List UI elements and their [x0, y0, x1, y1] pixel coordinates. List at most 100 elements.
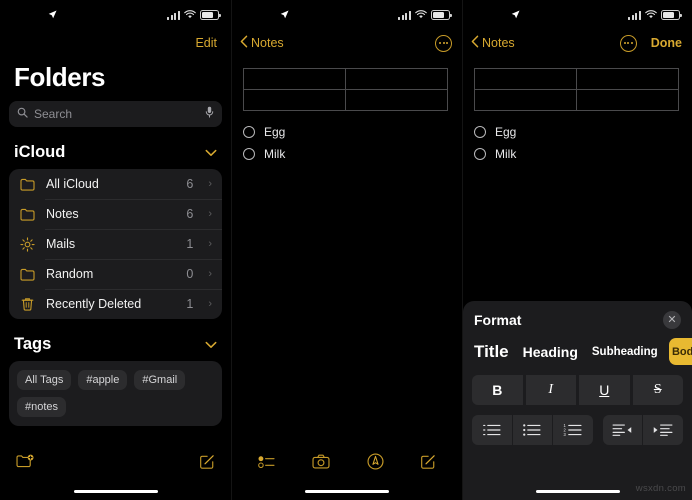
- status-left: 8:01: [246, 6, 289, 24]
- search-input[interactable]: Search: [34, 107, 199, 121]
- table-row[interactable]: [474, 89, 679, 111]
- microphone-icon[interactable]: [205, 105, 214, 123]
- bulleted-list-button[interactable]: [512, 415, 553, 445]
- folder-row-notes[interactable]: Notes 6 ›: [9, 199, 222, 229]
- dashed-list-button[interactable]: [472, 415, 512, 445]
- checkbox-circle-icon[interactable]: [474, 148, 486, 160]
- note-content: [463, 56, 692, 111]
- style-option-subheading[interactable]: Subheading: [585, 338, 665, 365]
- folder-label: Random: [46, 267, 94, 281]
- tags-section-label: Tags: [14, 335, 52, 353]
- chevron-left-icon: [471, 35, 479, 51]
- checkbox-circle-icon[interactable]: [474, 126, 486, 138]
- checklist-label: Milk: [264, 147, 286, 161]
- status-bar: 8:01: [0, 0, 231, 30]
- status-bar: 8:01: [232, 0, 462, 30]
- folder-row-mails[interactable]: Mails 1 ›: [9, 229, 222, 259]
- icloud-section-header[interactable]: iCloud: [0, 127, 231, 169]
- style-option-title[interactable]: Title: [463, 338, 516, 365]
- list-button-group: 123: [472, 415, 593, 445]
- text-style-button-row: B I U S: [463, 365, 692, 405]
- style-option-body[interactable]: Body: [668, 338, 692, 365]
- table-cell[interactable]: [345, 89, 448, 111]
- tags-section-header[interactable]: Tags: [0, 319, 231, 361]
- edit-row: Edit: [0, 30, 231, 56]
- home-indicator: [535, 489, 620, 493]
- indent-button[interactable]: [643, 415, 683, 445]
- table-cell[interactable]: [345, 68, 448, 90]
- back-label: Notes: [482, 36, 515, 50]
- status-bar: 8:01: [463, 0, 692, 30]
- note-table[interactable]: [243, 68, 448, 111]
- back-to-notes-button[interactable]: Notes: [471, 35, 515, 51]
- folder-row-recently-deleted[interactable]: Recently Deleted 1 ›: [9, 289, 222, 319]
- back-to-notes-button[interactable]: Notes: [240, 35, 284, 51]
- checklist-item-milk[interactable]: Milk: [474, 143, 692, 165]
- done-button[interactable]: Done: [651, 36, 682, 50]
- checklist-item-egg[interactable]: Egg: [474, 121, 692, 143]
- checklist-item-milk[interactable]: Milk: [243, 143, 462, 165]
- table-row[interactable]: [243, 68, 448, 90]
- table-cell[interactable]: [576, 89, 679, 111]
- underline-button[interactable]: U: [579, 375, 630, 405]
- checklist-icon[interactable]: [258, 455, 276, 474]
- status-time: 8:01: [14, 6, 46, 23]
- camera-icon[interactable]: [312, 454, 330, 474]
- folder-row-all-icloud[interactable]: All iCloud 6 ›: [9, 169, 222, 199]
- table-cell[interactable]: [243, 68, 346, 90]
- indent-icon: [653, 424, 673, 436]
- format-panel-title: Format: [474, 312, 522, 328]
- style-option-heading[interactable]: Heading: [516, 338, 585, 365]
- note-checklist: Egg Milk: [232, 111, 462, 165]
- compose-icon[interactable]: [420, 454, 436, 475]
- bold-button[interactable]: B: [472, 375, 523, 405]
- ellipsis-circle-icon[interactable]: [619, 34, 637, 52]
- tag-chip[interactable]: All Tags: [17, 370, 72, 390]
- close-icon[interactable]: ✕: [663, 311, 681, 329]
- strikethrough-button[interactable]: S: [632, 375, 683, 405]
- folder-label: Notes: [46, 207, 79, 221]
- outdent-button[interactable]: [602, 415, 643, 445]
- checklist-item-egg[interactable]: Egg: [243, 121, 462, 143]
- outdent-icon: [612, 424, 632, 436]
- note-table[interactable]: [474, 68, 679, 111]
- note-content: [232, 56, 462, 111]
- folder-icon: [19, 266, 36, 283]
- chevron-right-icon: ›: [208, 238, 212, 250]
- folders-toolbar: [0, 446, 231, 482]
- edit-button[interactable]: Edit: [195, 36, 217, 50]
- table-cell[interactable]: [243, 89, 346, 111]
- note-checklist: Egg Milk: [463, 111, 692, 165]
- compose-icon[interactable]: [199, 454, 215, 475]
- note-toolbar: [232, 446, 462, 482]
- chevron-down-icon[interactable]: [205, 336, 217, 354]
- checkbox-circle-icon[interactable]: [243, 148, 255, 160]
- table-row[interactable]: [474, 68, 679, 90]
- tag-chip[interactable]: #apple: [78, 370, 128, 390]
- list-button-row: 123: [463, 405, 692, 445]
- table-cell[interactable]: [474, 89, 577, 111]
- search-bar[interactable]: Search: [9, 101, 222, 127]
- table-row[interactable]: [243, 89, 448, 111]
- watermark: wsxdn.com: [635, 483, 686, 494]
- italic-button[interactable]: I: [525, 375, 576, 405]
- folder-count: 1: [186, 297, 194, 311]
- tag-chip[interactable]: #Gmail: [134, 370, 186, 390]
- chevron-left-icon: [240, 35, 248, 51]
- checkbox-circle-icon[interactable]: [243, 126, 255, 138]
- table-cell[interactable]: [474, 68, 577, 90]
- ellipsis-circle-icon[interactable]: [435, 34, 452, 52]
- numbered-list-button[interactable]: 123: [553, 415, 593, 445]
- wifi-icon: [184, 6, 196, 24]
- tag-chip[interactable]: #notes: [17, 397, 67, 417]
- markup-pen-icon[interactable]: [367, 453, 384, 475]
- chevron-down-icon[interactable]: [205, 144, 217, 162]
- table-cell[interactable]: [576, 68, 679, 90]
- folder-row-random[interactable]: Random 0 ›: [9, 259, 222, 289]
- format-screen: 8:01 Notes Done Egg Milk Format ✕ Title …: [462, 0, 692, 500]
- checklist-label: Egg: [495, 125, 517, 139]
- back-label: Notes: [251, 36, 284, 50]
- new-folder-icon[interactable]: [16, 454, 35, 475]
- status-left: 8:01: [477, 6, 520, 24]
- chevron-right-icon: ›: [208, 178, 212, 190]
